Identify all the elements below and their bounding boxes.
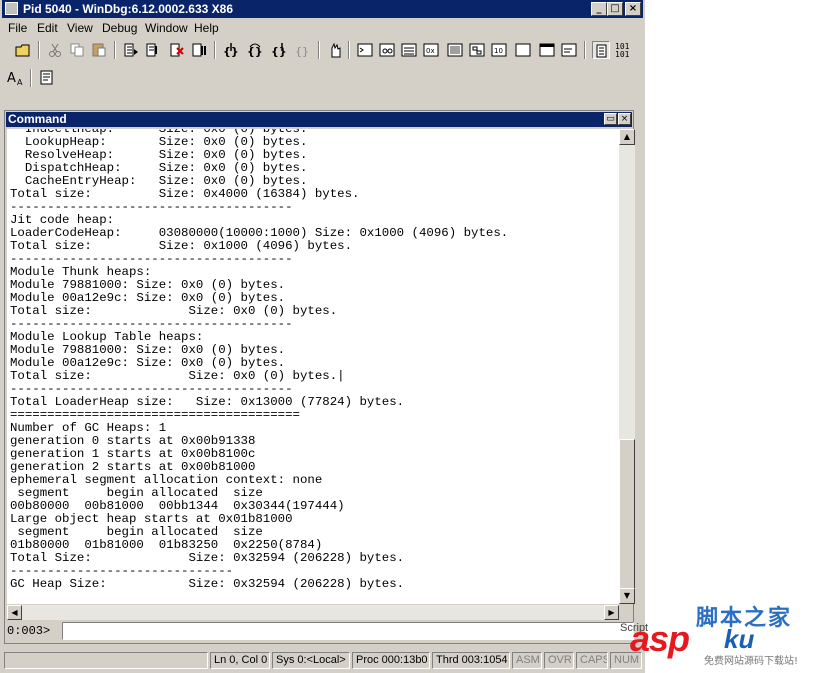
step-into-icon[interactable]: {} [222,41,240,59]
status-caps: CAPS [576,652,608,669]
watermark-tagline: 免费网站源码下载站! [704,656,799,667]
command-prompt: 0:003> [7,624,51,638]
status-asm: ASM [512,652,542,669]
open-icon[interactable] [14,41,32,59]
scratch-pad-icon[interactable] [514,41,532,59]
disassembly-icon[interactable]: 10 [490,41,508,59]
svg-text:{}: {} [247,45,263,58]
restart-icon[interactable] [144,41,162,59]
scroll-thumb[interactable] [619,439,635,589]
source-mode-icon[interactable] [538,41,556,59]
maximize-button[interactable]: □ [607,2,623,16]
menu-file[interactable]: File [8,21,27,35]
command-input[interactable] [62,622,634,640]
horizontal-scrollbar[interactable]: ◀ ▶ [7,605,619,620]
memory-icon[interactable] [446,41,464,59]
svg-text:101: 101 [615,50,630,59]
cut-icon[interactable] [46,41,64,59]
status-system: Sys 0:<Local> [272,652,350,669]
window-list-icon[interactable] [560,41,578,59]
breakpoint-icon[interactable] [326,41,344,59]
watermark: 脚本之家 Script asp ku 免费网站源码下载站! [616,598,816,673]
menu-help[interactable]: Help [194,21,219,35]
call-stack-icon[interactable] [468,41,486,59]
watch-icon[interactable] [378,41,396,59]
status-thread: Thrd 003:1054 [432,652,510,669]
run-to-cursor-icon[interactable]: {} [294,41,312,59]
app-icon [5,2,18,15]
break-icon[interactable] [190,41,208,59]
scroll-left-icon[interactable]: ◀ [7,605,22,620]
svg-text:{}: {} [295,45,309,58]
source-text-icon[interactable] [592,41,610,59]
status-ovr: OVR [544,652,574,669]
main-toolbar: {} {} {} {} 0x 10 101 101 [2,38,643,62]
scroll-up-icon[interactable]: ▲ [619,129,635,145]
menu-debug[interactable]: Debug [102,21,137,35]
menu-bar: File Edit View Debug Window Help [2,19,643,37]
status-blank [4,652,208,669]
hex-mode-icon[interactable]: 101 101 [614,41,638,59]
step-out-icon[interactable]: {} [270,41,288,59]
paste-icon[interactable] [90,41,108,59]
step-over-icon[interactable]: {} [246,41,264,59]
command-title-bar[interactable]: Command ▭ × [6,112,632,127]
status-process: Proc 000:13b0 [352,652,430,669]
menu-view[interactable]: View [67,21,93,35]
dock-icon[interactable]: ▭ [604,113,617,125]
command-output[interactable]: IndcellHeap: Size: 0x0 (0) bytes. Lookup… [7,129,619,604]
watermark-asp: asp [630,618,690,659]
vertical-scrollbar[interactable]: ▲ ▼ [619,129,635,604]
stop-debugging-icon[interactable] [168,41,186,59]
windbg-window: Pid 5040 - WinDbg:6.12.0002.633 X86 _ □ … [0,0,645,673]
svg-text:A: A [17,78,23,87]
svg-text:0x: 0x [426,47,435,55]
svg-text:A: A [7,71,16,86]
minimize-button[interactable]: _ [591,2,607,16]
svg-text:10: 10 [494,47,503,55]
font-icon[interactable]: AA [6,69,26,87]
secondary-toolbar: AA [2,66,643,92]
menu-edit[interactable]: Edit [37,21,58,35]
registers-icon[interactable]: 0x [422,41,440,59]
title-bar[interactable]: Pid 5040 - WinDbg:6.12.0002.633 X86 _ □ … [2,0,643,18]
output-text: IndcellHeap: Size: 0x0 (0) bytes. Lookup… [10,129,509,591]
menu-window[interactable]: Window [145,21,188,35]
options-icon[interactable] [38,69,56,87]
status-bar: Ln 0, Col 0 Sys 0:<Local> Proc 000:13b0 … [0,650,645,670]
close-button[interactable]: × [625,2,641,16]
copy-icon[interactable] [68,41,86,59]
command-window-icon[interactable] [356,41,374,59]
command-title: Command [8,112,67,126]
locals-icon[interactable] [400,41,418,59]
status-line-col: Ln 0, Col 0 [210,652,270,669]
command-close-icon[interactable]: × [618,113,631,125]
command-window: Command ▭ × IndcellHeap: Size: 0x0 (0) b… [4,110,635,644]
svg-text:{}: {} [271,45,287,58]
watermark-ku: ku [724,624,755,654]
go-icon[interactable] [122,41,140,59]
window-title: Pid 5040 - WinDbg:6.12.0002.633 X86 [23,2,233,16]
